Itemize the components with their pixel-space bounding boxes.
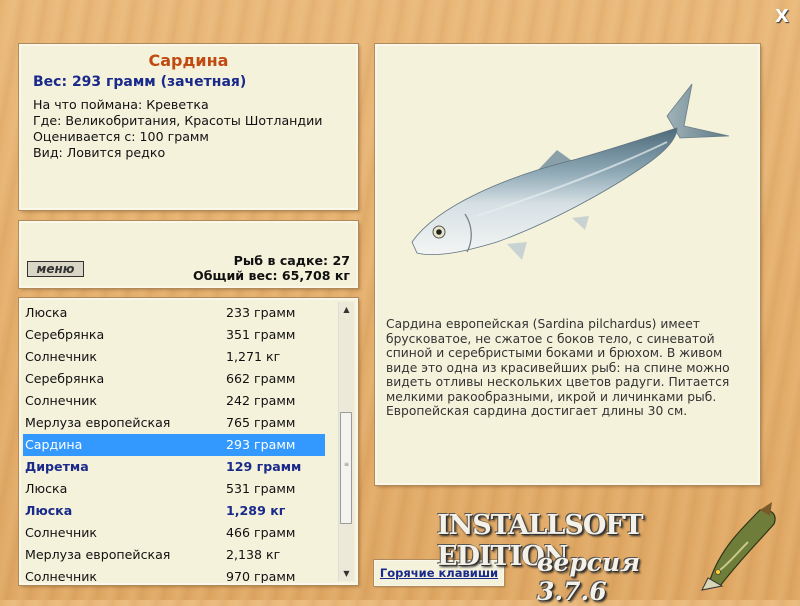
list-item-name: Солнечник (25, 393, 97, 408)
list-item-weight: 242 грамм (226, 393, 296, 408)
list-item[interactable]: Солнечник 242 грамм (23, 390, 325, 412)
list-item[interactable]: Серебрянка 351 грамм (23, 324, 325, 346)
list-item[interactable]: Солнечник 466 грамм (23, 522, 325, 544)
list-item[interactable]: Люска 233 грамм (23, 302, 325, 324)
list-item-name: Диретма (25, 459, 89, 474)
catch-rows: Люска 233 грамм Серебрянка 351 грамм Солнечн… (23, 302, 325, 584)
list-item-name: Серебрянка (25, 327, 105, 342)
logo-version-text: версия 3.7.6 (537, 548, 641, 606)
fish-weight: Вес: 293 грамм (зачетная) (33, 74, 247, 90)
fish-description: Сардина европейская (Sardina pilchardus)… (386, 317, 730, 418)
list-item-weight: 233 грамм (226, 305, 296, 320)
scroll-thumb[interactable]: ≡ (340, 412, 352, 524)
list-item[interactable]: Солнечник 1,271 кг (23, 346, 325, 368)
list-item-weight: 765 грамм (226, 415, 296, 430)
scrollbar[interactable]: ▲ ≡ ▼ (338, 302, 354, 581)
fish-count: Рыб в садке: 27 (233, 253, 350, 268)
list-item-selected[interactable]: Сардина 293 грамм (23, 434, 325, 456)
fish-details: На что поймана: Креветка Где: Великобрит… (33, 98, 344, 160)
list-item[interactable]: Серебрянка 662 грамм (23, 368, 325, 390)
sardine-illustration (411, 83, 730, 260)
scroll-up-arrow-icon[interactable]: ▲ (339, 302, 354, 317)
list-item[interactable]: Солнечник 970 грамм (23, 566, 325, 584)
bait-line: На что поймана: Креветка (33, 97, 209, 112)
list-item-name: Солнечник (25, 525, 97, 540)
list-item-name: Солнечник (25, 349, 97, 364)
list-item-name: Люска (25, 305, 68, 320)
list-item-weight: 2,138 кг (226, 547, 281, 562)
scroll-down-arrow-icon[interactable]: ▼ (339, 566, 354, 581)
list-item-name: Люска (25, 503, 73, 518)
list-item-weight: 466 грамм (226, 525, 296, 540)
list-item-name: Солнечник (25, 569, 97, 584)
list-item-weight: 1,289 кг (226, 503, 286, 518)
fish-picture-panel: Сардина европейская (Sardina pilchardus)… (375, 44, 760, 485)
close-button[interactable]: X (772, 7, 792, 27)
list-item-name: Люска (25, 481, 68, 496)
list-item-weight: 662 грамм (226, 371, 296, 386)
list-item-weight: 1,271 кг (226, 349, 281, 364)
catch-list[interactable]: Люска 233 грамм Серебрянка 351 грамм Солнечн… (19, 298, 358, 585)
list-item-weight: 351 грамм (226, 327, 296, 342)
list-item-name: Мерлуза европейская (25, 547, 171, 562)
list-item[interactable]: Люска 531 грамм (23, 478, 325, 500)
list-item-name: Мерлуза европейская (25, 415, 171, 430)
fish-title: Сардина (148, 51, 229, 70)
list-item[interactable]: Мерлуза европейская 765 грамм (23, 412, 325, 434)
menu-button[interactable]: меню (27, 261, 84, 277)
list-item[interactable]: Мерлуза европейская 2,138 кг (23, 544, 325, 566)
list-item-weight: 129 грамм (226, 459, 302, 474)
list-item-weight: 970 грамм (226, 569, 296, 584)
installsoft-logo: INSTALLSOFT EDITION версия 3.7.6 (437, 510, 692, 606)
rated-from-line: Оценивается с: 100 грамм (33, 129, 209, 144)
list-item[interactable]: Диретма 129 грамм (23, 456, 325, 478)
fish-info-panel: Сардина Вес: 293 грамм (зачетная) На что… (19, 44, 358, 210)
scroll-grip-icon: ≡ (344, 461, 350, 468)
list-item-weight: 531 грамм (226, 481, 296, 496)
list-item-name: Серебрянка (25, 371, 105, 386)
list-item[interactable]: Люска 1,289 кг (23, 500, 325, 522)
list-item-name: Сардина (25, 437, 83, 452)
species-rarity-line: Вид: Ловится редко (33, 145, 166, 160)
location-line: Где: Великобритания, Красоты Шотландии (33, 113, 323, 128)
total-weight: Общий вес: 65,708 кг (193, 268, 350, 283)
pike-fish-icon (701, 502, 776, 591)
keepnet-stats-panel: меню Рыб в садке: 27 Общий вес: 65,708 к… (19, 221, 358, 288)
list-item-weight: 293 грамм (226, 437, 296, 452)
